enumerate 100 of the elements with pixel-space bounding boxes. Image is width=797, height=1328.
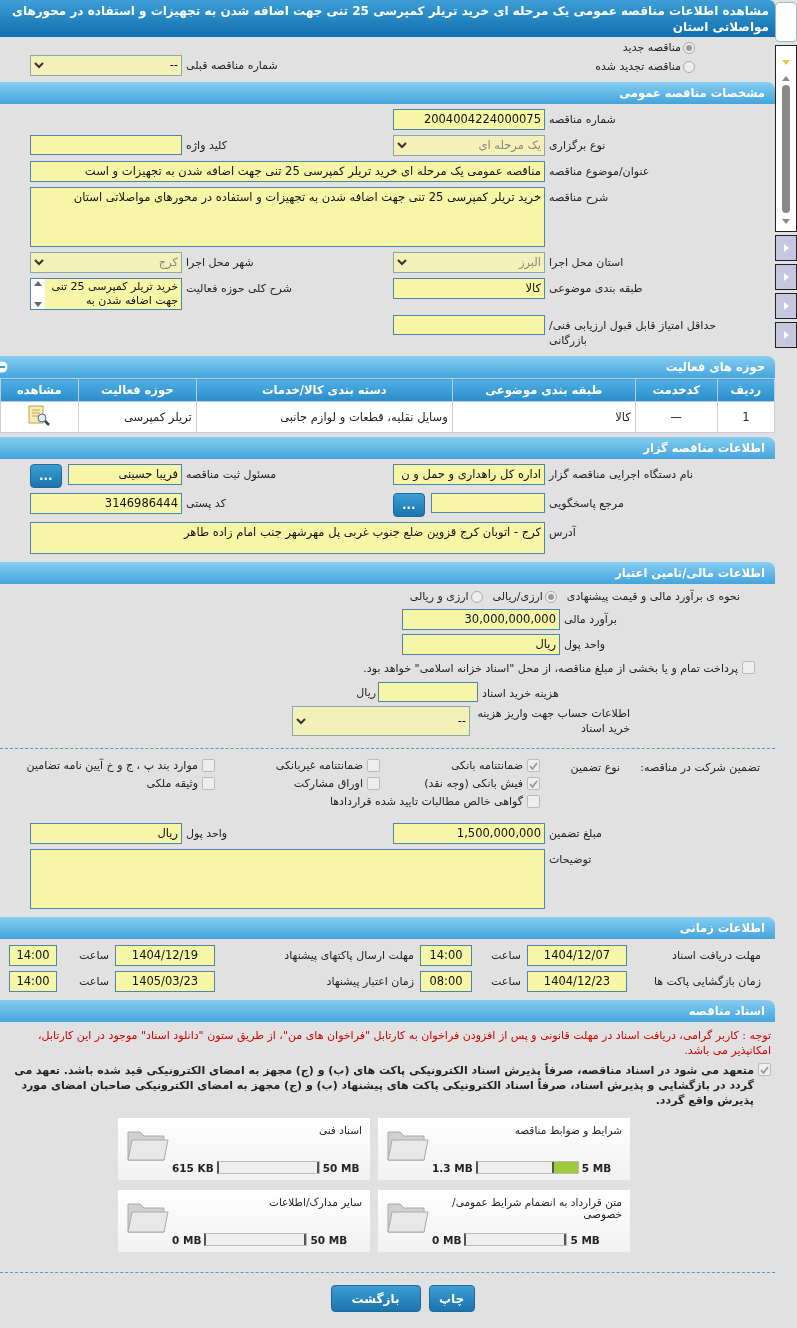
field-label: حداقل امتیاز قابل قبول ارزیابی فنی/بازرگانی	[548, 318, 717, 348]
checkbox[interactable]	[758, 1063, 771, 1076]
text-field[interactable]	[393, 315, 545, 335]
text-field[interactable]: 3146986444	[30, 493, 182, 514]
text-field[interactable]: ریال	[30, 823, 182, 844]
checkbox[interactable]	[527, 759, 540, 772]
size-limit: 50 MB	[310, 1233, 348, 1246]
column-header: کدخدمت	[635, 378, 718, 402]
field-label: نوع تضمین	[569, 760, 620, 774]
text-field[interactable]: کالا	[393, 278, 545, 299]
checkbox[interactable]	[527, 777, 540, 790]
checkbox[interactable]	[202, 759, 215, 772]
scroll-down-icon[interactable]	[34, 302, 42, 307]
text-field[interactable]: 2004004224000075	[393, 109, 545, 130]
field-label: شرح کلی حوزه فعالیت	[185, 281, 293, 296]
text-field[interactable]: 30,000,000,000	[402, 609, 560, 630]
field-label: زمان اعتبار پیشنهاد	[325, 974, 415, 989]
radio-button[interactable]	[683, 41, 695, 54]
checkbox-label: گواهی خالص مطالبات تایید شده قراردادها	[329, 795, 523, 808]
radio-button[interactable]	[544, 590, 557, 603]
checkbox[interactable]	[367, 777, 380, 790]
section-title: حوزه های فعالیت	[665, 359, 765, 377]
column-header: مشاهده	[0, 378, 79, 402]
text-area[interactable]: خرید تریلر کمپرسی 25 تنی جهت اضافه شدن به تجهیزات و استفاده در محورهای مواصلاتی استان	[30, 187, 545, 247]
field-label: نام دستگاه اجرایی مناقصه گزار	[547, 467, 694, 482]
arrow-icon	[783, 244, 789, 252]
notice-text: توجه : کاربر گرامی، دریافت اسناد در مهلت قانونی و پس از افزودن فراخوان به کارتابل "فراخوان های من"، از طریق ستون "دانلود اسناد" موجود در این کارتابل، امکانپذیر می باشد.	[37, 1028, 772, 1059]
text-field[interactable]: مناقصه عمومی یک مرحله ای خرید تریلر کمپرسی 25 تنی جهت اضافه شدن به تجهیزات و است	[30, 161, 545, 182]
column-header: ردیف	[717, 378, 775, 402]
chevron-icon	[34, 259, 44, 266]
side-tab[interactable]	[775, 264, 797, 290]
table-cell: تریلر کمپرسی	[78, 401, 197, 433]
text-field[interactable]: 1,500,000,000	[393, 823, 545, 844]
side-tab[interactable]	[775, 322, 797, 348]
field-label: شرح مناقصه	[548, 190, 610, 205]
dropdown[interactable]: --	[30, 55, 182, 76]
radio-button[interactable]	[683, 60, 695, 73]
checkbox[interactable]	[527, 795, 540, 808]
text-field[interactable]: اداره کل راهداری و حمل و ن	[393, 464, 545, 485]
field-label: مهلت دریافت اسناد	[671, 948, 762, 963]
action-button[interactable]: چاپ	[428, 1285, 475, 1312]
time-field[interactable]: 14:00	[9, 945, 57, 966]
scroll-up-icon[interactable]	[34, 281, 42, 286]
field-label: شهر محل اجرا	[185, 255, 255, 270]
field-label: اطلاعات حساب جهت واریز هزینه خرید اسناد	[476, 706, 631, 736]
radio-label: ارزی/ریالی	[492, 590, 543, 603]
text-field[interactable]: فریبا حسینی	[67, 464, 182, 485]
checkbox[interactable]	[202, 777, 215, 790]
field-label: ساعت	[490, 948, 522, 963]
date-field[interactable]: 1404/12/23	[527, 971, 627, 992]
action-button[interactable]: بازگشت	[330, 1285, 421, 1312]
browse-button[interactable]: ...	[30, 464, 62, 488]
radio-button[interactable]	[470, 590, 483, 603]
text-field[interactable]: ریال	[402, 634, 560, 655]
side-tab[interactable]	[775, 293, 797, 319]
checkbox[interactable]	[742, 661, 755, 674]
chevron-icon	[296, 717, 306, 725]
radio-label: مناقصه جدید	[622, 41, 681, 54]
size-limit: 5 MB	[570, 1233, 600, 1246]
chevron-icon	[397, 259, 407, 266]
field-label: شماره مناقصه	[548, 112, 617, 127]
dropdown-arrow-icon[interactable]	[782, 60, 790, 65]
column-header: دسته بندی کالا/خدمات	[196, 378, 453, 402]
arrow-icon	[783, 331, 789, 339]
field-label: آدرس	[548, 524, 577, 540]
browse-button[interactable]: ...	[393, 493, 425, 517]
text-field[interactable]	[378, 682, 478, 702]
checkbox-label: موارد بند پ ، ج و خ آیین نامه تضامین	[26, 759, 198, 772]
field-label: واحد پول	[185, 826, 229, 841]
field-label: کلید واژه	[185, 138, 228, 153]
radio-label: مناقصه تجدید شده	[595, 60, 681, 73]
text-area[interactable]: کرج - اتوبان کرج قزوین ضلع جنوب غربی پل مهرشهر جنب امام زاده طاهر	[30, 522, 545, 554]
text-field[interactable]	[30, 135, 182, 155]
checkbox[interactable]	[367, 759, 380, 772]
field-label: عنوان/موضوع مناقصه	[548, 164, 651, 179]
time-field[interactable]: 14:00	[9, 971, 57, 992]
column-header: حوزه فعالیت	[78, 378, 197, 402]
side-tab[interactable]	[775, 235, 797, 261]
field-label: مسئول ثبت مناقصه	[185, 467, 278, 482]
document-search-icon[interactable]	[27, 404, 52, 427]
date-field[interactable]: 1404/12/07	[527, 945, 627, 966]
column-header: طبقه بندی موضوعی	[452, 378, 636, 402]
file-title: اسناد فنی	[318, 1124, 362, 1136]
side-panel	[775, 2, 797, 42]
date-field[interactable]: 1404/12/19	[115, 945, 215, 966]
table-cell: وسایل نقلیه، قطعات و لوازم جانبی	[196, 401, 453, 433]
unit-label: ریال	[355, 685, 377, 699]
section-title: مشخصات مناقصه عمومی	[619, 85, 765, 103]
time-field[interactable]: 08:00	[420, 971, 472, 992]
text-field[interactable]	[430, 493, 545, 513]
section-title: اطلاعات زمانی	[679, 920, 765, 937]
text-area[interactable]: خرید تریلر کمپرسی 25 تنی جهت اضافه شدن به	[30, 278, 182, 310]
dropdown[interactable]: --	[292, 706, 470, 736]
field-label: ساعت	[78, 948, 110, 963]
date-field[interactable]: 1405/03/23	[115, 971, 215, 992]
checkbox-label: فیش بانکی (وجه نقد)	[424, 777, 523, 790]
scrollbar[interactable]	[780, 75, 792, 225]
time-field[interactable]: 14:00	[420, 945, 472, 966]
text-area[interactable]	[30, 849, 545, 909]
field-label: نحوه ی برآورد مالی و قیمت پیشنهادی	[566, 590, 740, 603]
